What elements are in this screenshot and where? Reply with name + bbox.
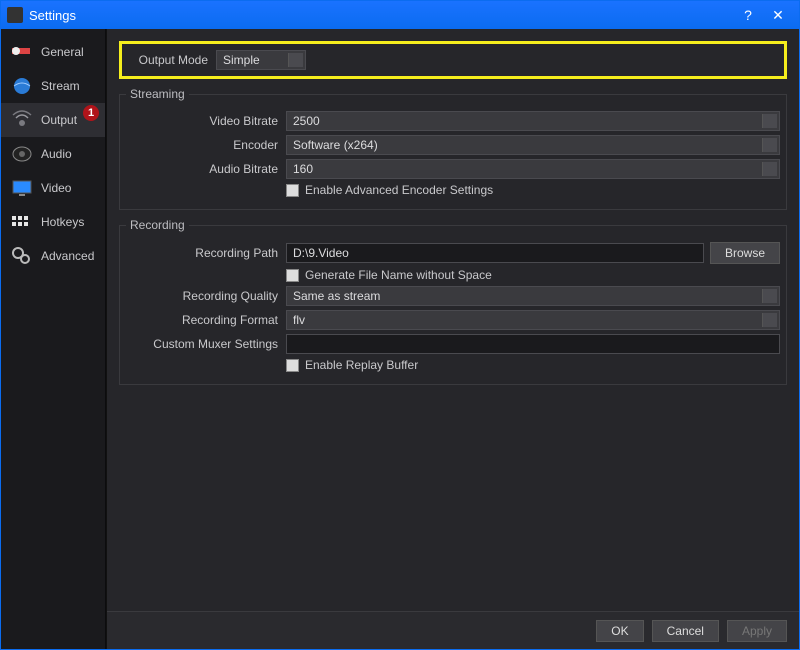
video-icon (9, 177, 35, 199)
streaming-group: Streaming Video Bitrate 2500 Encoder Sof… (119, 87, 787, 210)
help-button[interactable]: ? (733, 7, 763, 23)
audio-bitrate-label: Audio Bitrate (126, 162, 286, 176)
output-mode-label: Output Mode (126, 53, 216, 67)
sidebar-item-stream[interactable]: Stream (1, 69, 105, 103)
ok-button[interactable]: OK (596, 620, 643, 642)
dialog-footer: OK Cancel Apply (107, 611, 799, 649)
sidebar-item-advanced[interactable]: Advanced (1, 239, 105, 273)
recording-title: Recording (126, 218, 189, 232)
sidebar: General Stream Output 1 Audio Video H (1, 29, 106, 649)
apply-button[interactable]: Apply (727, 620, 787, 642)
sidebar-item-label: Audio (41, 147, 72, 161)
muxer-label: Custom Muxer Settings (126, 337, 286, 351)
output-mode-dropdown[interactable]: Simple (216, 50, 306, 70)
streaming-title: Streaming (126, 87, 189, 101)
sidebar-item-label: Output (41, 113, 77, 127)
checkbox-icon (286, 184, 299, 197)
sidebar-item-label: Video (41, 181, 71, 195)
recording-format-label: Recording Format (126, 313, 286, 327)
window-title: Settings (29, 8, 76, 23)
sidebar-item-audio[interactable]: Audio (1, 137, 105, 171)
sidebar-item-label: Advanced (41, 249, 94, 263)
general-icon (9, 41, 35, 63)
settings-window: Settings ? ✕ General Stream Output 1 Aud… (0, 0, 800, 650)
sidebar-item-video[interactable]: Video (1, 171, 105, 205)
sidebar-item-output[interactable]: Output 1 (1, 103, 105, 137)
recording-quality-label: Recording Quality (126, 289, 286, 303)
no-space-label: Generate File Name without Space (305, 268, 492, 282)
recording-quality-dropdown[interactable]: Same as stream (286, 286, 780, 306)
checkbox-icon (286, 269, 299, 282)
recording-format-dropdown[interactable]: flv (286, 310, 780, 330)
recording-path-label: Recording Path (126, 246, 286, 260)
recording-group: Recording Recording Path D:\9.Video Brow… (119, 218, 787, 385)
sidebar-item-label: General (41, 45, 84, 59)
encoder-label: Encoder (126, 138, 286, 152)
main-panel: Output Mode Simple Streaming Video Bitra… (106, 29, 799, 649)
video-bitrate-spinner[interactable]: 2500 (286, 111, 780, 131)
replay-buffer-checkbox[interactable]: Enable Replay Buffer (286, 358, 418, 372)
advanced-icon (9, 245, 35, 267)
sidebar-item-label: Stream (41, 79, 80, 93)
recording-path-input[interactable]: D:\9.Video (286, 243, 704, 263)
stream-icon (9, 75, 35, 97)
replay-buffer-label: Enable Replay Buffer (305, 358, 418, 372)
no-space-checkbox[interactable]: Generate File Name without Space (286, 268, 492, 282)
enable-advanced-checkbox[interactable]: Enable Advanced Encoder Settings (286, 183, 493, 197)
cancel-button[interactable]: Cancel (652, 620, 719, 642)
sidebar-item-general[interactable]: General (1, 35, 105, 69)
audio-bitrate-dropdown[interactable]: 160 (286, 159, 780, 179)
titlebar: Settings ? ✕ (1, 1, 799, 29)
output-icon (9, 109, 35, 131)
annotation-badge: 1 (83, 105, 99, 121)
video-bitrate-label: Video Bitrate (126, 114, 286, 128)
checkbox-icon (286, 359, 299, 372)
sidebar-item-hotkeys[interactable]: Hotkeys (1, 205, 105, 239)
hotkeys-icon (9, 211, 35, 233)
annotation-highlight: Output Mode Simple (119, 41, 787, 79)
sidebar-item-label: Hotkeys (41, 215, 84, 229)
encoder-dropdown[interactable]: Software (x264) (286, 135, 780, 155)
audio-icon (9, 143, 35, 165)
enable-advanced-label: Enable Advanced Encoder Settings (305, 183, 493, 197)
close-button[interactable]: ✕ (763, 7, 793, 24)
app-icon (7, 7, 23, 23)
muxer-input[interactable] (286, 334, 780, 354)
browse-button[interactable]: Browse (710, 242, 780, 264)
